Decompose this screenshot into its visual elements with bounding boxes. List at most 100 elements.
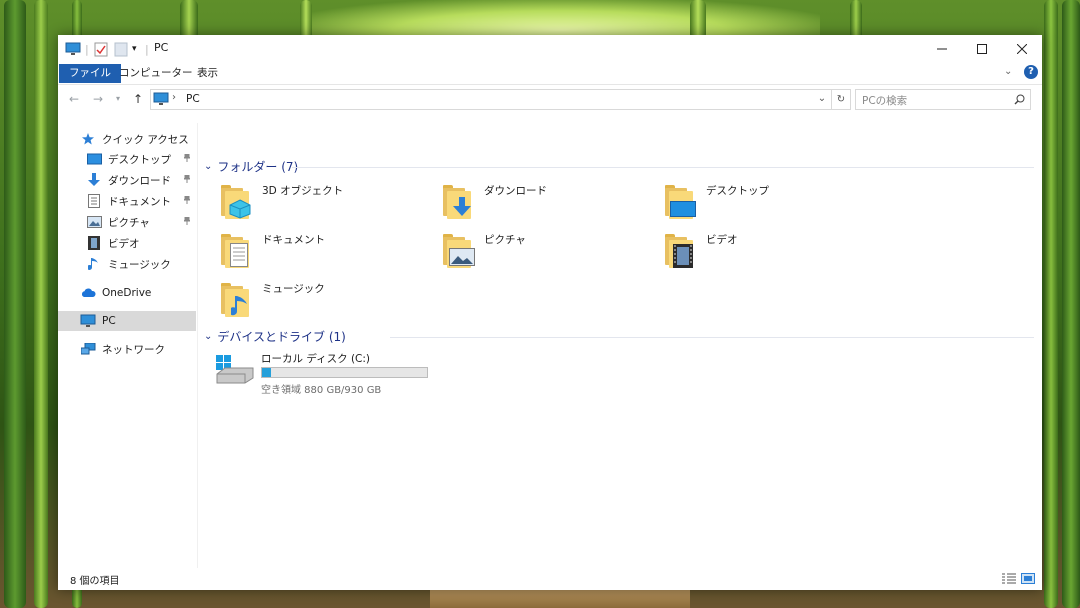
pin-icon[interactable] (184, 175, 190, 183)
chevron-down-icon: ⌄ (204, 161, 213, 172)
sidebar-item-label: デスクトップ (108, 153, 171, 166)
download-arrow-icon (86, 173, 102, 187)
pin-icon[interactable] (184, 217, 190, 225)
sidebar-item-label: ドキュメント (108, 195, 171, 208)
music-note-icon (86, 257, 102, 271)
folders-group-header[interactable]: ⌄ フォルダー (7) (204, 158, 298, 175)
bamboo-stalk (34, 0, 48, 608)
customize-toolbar-icon[interactable]: ▾ (132, 41, 137, 57)
search-input[interactable]: PCの検索 (855, 89, 1031, 110)
pin-icon[interactable] (184, 196, 190, 204)
sidebar-item-label: ダウンロード (108, 174, 171, 187)
film-icon (86, 236, 102, 250)
bamboo-stalk (1044, 0, 1058, 608)
sidebar-item-label: ネットワーク (102, 343, 165, 356)
up-arrow-icon[interactable]: ↑ (133, 92, 143, 106)
drive-usage-fill (262, 368, 271, 377)
sidebar-item-pc[interactable]: PC (58, 311, 196, 331)
sidebar-item-documents[interactable]: ドキュメント (86, 191, 196, 211)
sidebar-item-network[interactable]: ネットワーク (80, 339, 196, 359)
folder-label: ピクチャ (484, 234, 526, 246)
item-count: 8 個の項目 (70, 576, 120, 587)
sidebar-item-label: クイック アクセス (102, 133, 189, 146)
breadcrumb-chevron-icon[interactable]: › (172, 92, 176, 103)
sidebar-item-videos[interactable]: ビデオ (86, 233, 196, 253)
chevron-down-icon: ⌄ (204, 331, 213, 342)
bamboo-stalk (300, 0, 312, 40)
properties-icon[interactable] (94, 41, 108, 57)
hard-drive-icon (216, 355, 254, 384)
music-folder-icon (219, 283, 251, 317)
sidebar-item-music[interactable]: ミュージック (86, 254, 196, 274)
documents-folder-icon (219, 234, 251, 268)
file-explorer-window: | ▾ | PC ファイル コンピューター 表示 ⌄ ? ← → ▾ ↑ › P… (58, 35, 1042, 590)
pictures-folder-icon (441, 234, 475, 268)
folder-label: ダウンロード (484, 185, 547, 197)
help-icon[interactable]: ? (1024, 65, 1038, 79)
title-separator: | (85, 42, 89, 56)
folder-desktop[interactable]: デスクトップ (663, 181, 885, 221)
folder-documents[interactable]: ドキュメント (219, 230, 441, 270)
sidebar-item-label: ビデオ (108, 237, 140, 250)
title-bar: | ▾ | PC (58, 35, 1042, 62)
group-title: フォルダー (7) (217, 160, 299, 174)
expand-ribbon-icon[interactable]: ⌄ (1004, 66, 1012, 77)
large-icons-view-icon[interactable] (1021, 572, 1035, 585)
network-icon (80, 342, 96, 356)
sidebar-item-label: PC (102, 315, 116, 327)
content-pane: ⌄ フォルダー (7) 3D オブジェクト ダウンロード デスクトップ ドキュメ… (198, 123, 1042, 568)
sidebar-item-downloads[interactable]: ダウンロード (86, 170, 196, 190)
pin-icon[interactable] (184, 154, 190, 162)
bamboo-stalk (1062, 0, 1080, 608)
document-icon (86, 194, 102, 208)
group-title: デバイスとドライブ (1) (217, 330, 346, 344)
folder-3d-objects[interactable]: 3D オブジェクト (219, 181, 441, 221)
address-field[interactable]: › PC (150, 89, 832, 110)
folder-label: デスクトップ (706, 185, 769, 197)
back-arrow-icon[interactable]: ← (69, 92, 79, 106)
bamboo-stalk (4, 0, 26, 608)
minimize-button[interactable] (922, 35, 962, 62)
search-icon[interactable] (1014, 94, 1025, 105)
tab-view[interactable]: 表示 (188, 64, 227, 83)
folder-videos[interactable]: ビデオ (663, 230, 885, 270)
address-dropdown-icon[interactable]: ⌄ (813, 89, 831, 108)
sidebar-item-label: OneDrive (102, 287, 152, 299)
folder-downloads[interactable]: ダウンロード (441, 181, 663, 221)
breadcrumb-pc[interactable]: PC (186, 93, 200, 105)
picture-icon (86, 215, 102, 229)
sidebar-item-label: ミュージック (108, 258, 171, 271)
details-view-icon[interactable] (1002, 573, 1016, 585)
drive-local-disk-c[interactable]: ローカル ディスク (C:) 空き領域 880 GB/930 GB (215, 350, 455, 396)
devices-group-header[interactable]: ⌄ デバイスとドライブ (1) (204, 328, 346, 345)
close-button[interactable] (1002, 35, 1042, 62)
refresh-icon[interactable]: ↻ (831, 89, 851, 110)
recent-locations-icon[interactable]: ▾ (116, 94, 120, 103)
sidebar-item-onedrive[interactable]: OneDrive (80, 283, 196, 303)
drive-name: ローカル ディスク (C:) (261, 353, 371, 365)
drive-free-space: 空き領域 880 GB/930 GB (261, 385, 382, 396)
folder-music[interactable]: ミュージック (219, 279, 441, 319)
navigation-pane: クイック アクセス デスクトップ ダウンロード ドキュメント ピクチャ ビデオ (58, 123, 198, 568)
ribbon-tabs: ファイル コンピューター 表示 ⌄ ? (58, 62, 1042, 85)
desktop-icon (86, 152, 102, 166)
folder-label: ビデオ (706, 234, 738, 246)
star-icon (80, 132, 96, 146)
3d-objects-folder-icon (219, 185, 251, 219)
forward-arrow-icon[interactable]: → (93, 92, 103, 106)
sidebar-item-pictures[interactable]: ピクチャ (86, 212, 196, 232)
group-divider (292, 167, 1034, 168)
sidebar-item-label: ピクチャ (108, 216, 150, 229)
drive-usage-bar (261, 367, 428, 378)
desktop-folder-icon (663, 185, 696, 219)
maximize-button[interactable] (962, 35, 1002, 62)
folder-label: ドキュメント (262, 234, 325, 246)
sidebar-item-desktop[interactable]: デスクトップ (86, 149, 196, 169)
new-folder-icon[interactable] (114, 41, 128, 57)
folder-pictures[interactable]: ピクチャ (441, 230, 663, 270)
sidebar-item-quick-access[interactable]: クイック アクセス (80, 129, 196, 149)
status-bar: 8 個の項目 (58, 568, 1042, 590)
address-bar-row: ← → ▾ ↑ › PC ⌄ ↻ PCの検索 (58, 85, 1042, 114)
bamboo-stalk (690, 0, 706, 40)
folder-label: 3D オブジェクト (262, 185, 344, 197)
